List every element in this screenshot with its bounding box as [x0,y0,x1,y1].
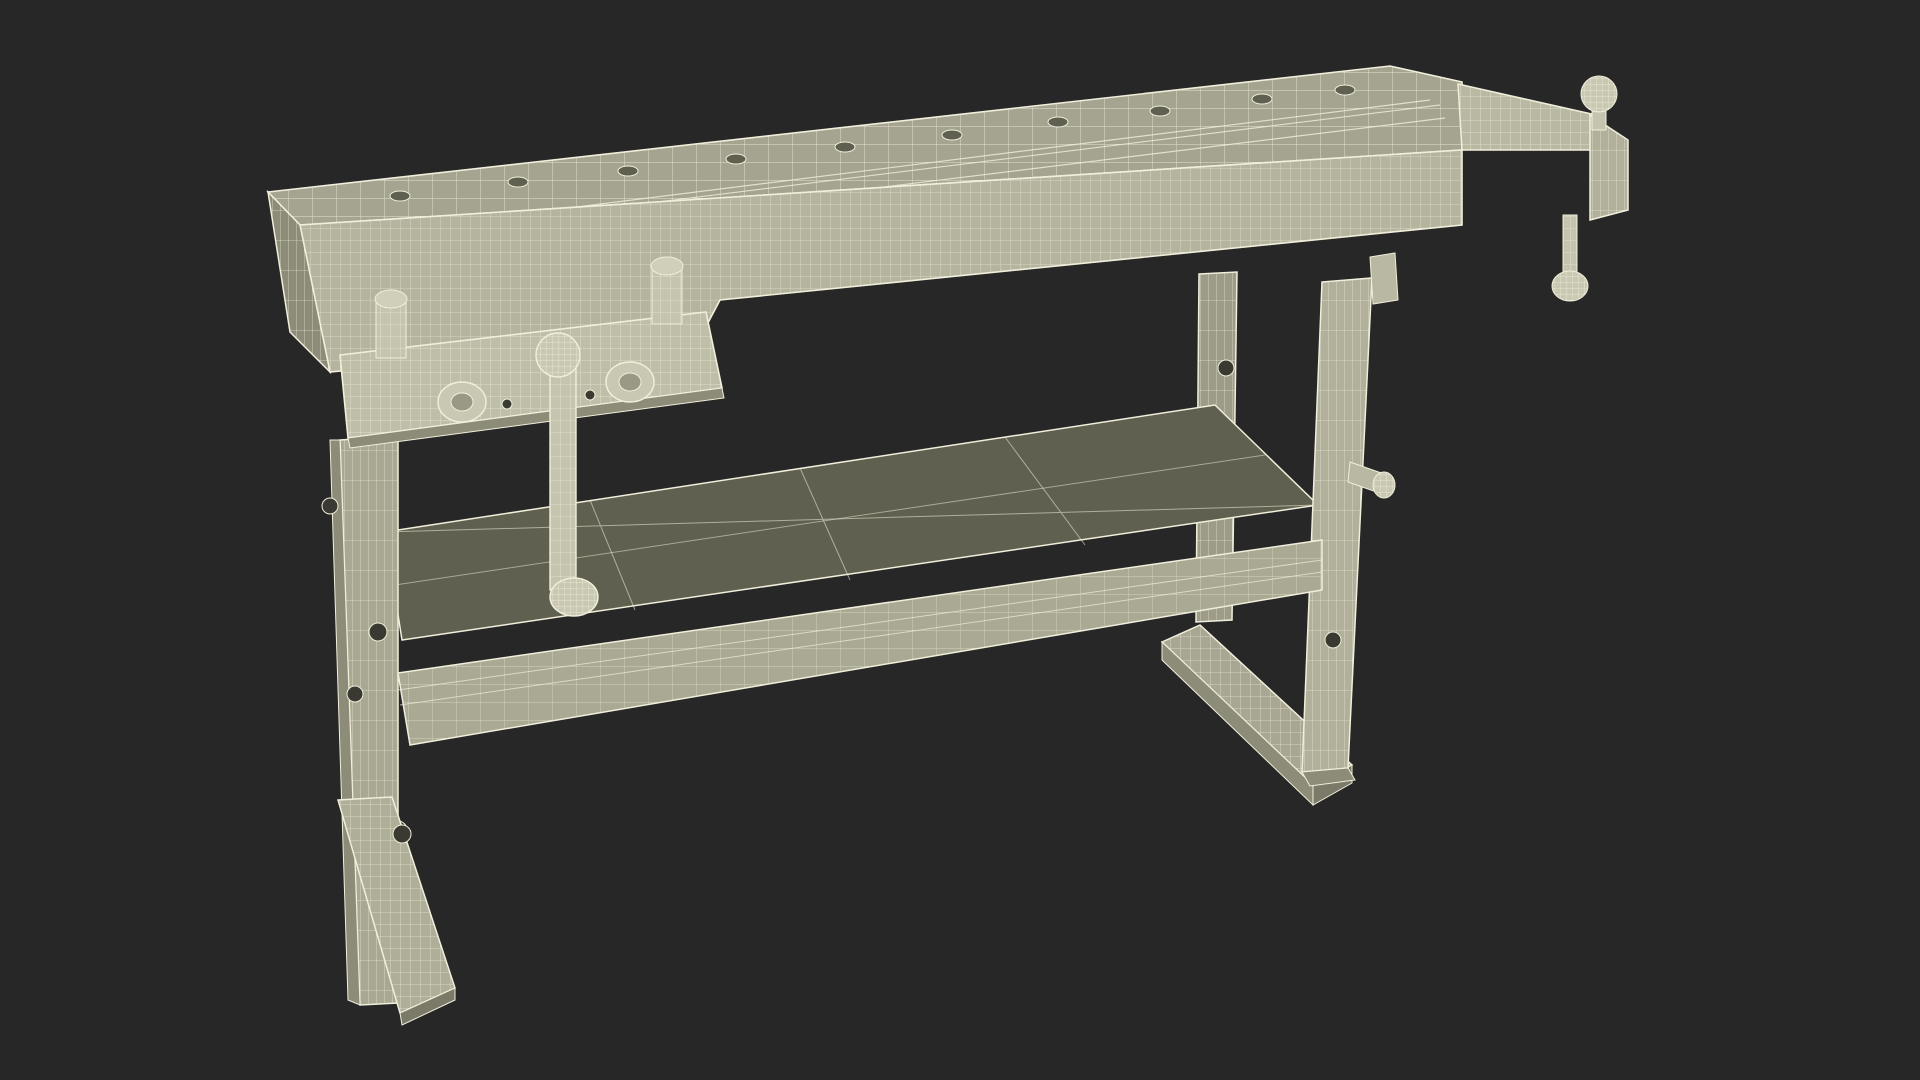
bolt-hole [321,497,339,515]
bolt-hole [368,622,388,642]
bolt-hole [346,685,364,703]
workbench-render [0,0,1920,1080]
render-viewport [0,0,1920,1080]
bolt-hole [1324,631,1342,649]
bolt-hole [392,824,412,844]
bolt-hole [1217,359,1235,377]
vise-guide-block [1369,252,1399,305]
